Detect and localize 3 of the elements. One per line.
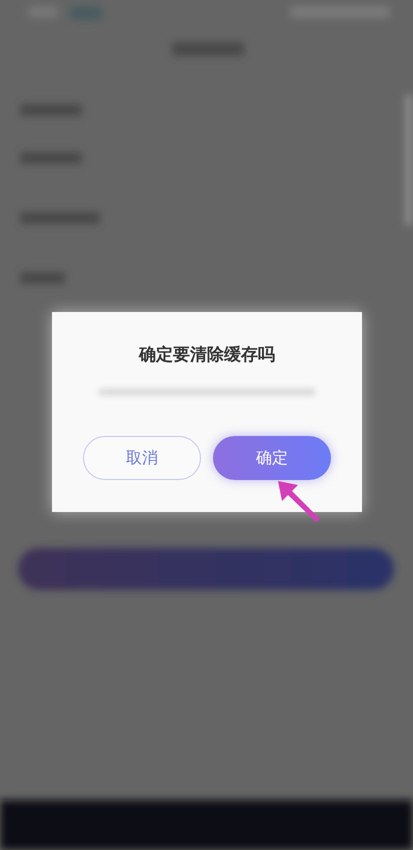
cancel-button[interactable]: 取消 (83, 436, 201, 480)
dialog-title: 确定要清除缓存吗 (139, 344, 275, 366)
confirm-button[interactable]: 确定 (213, 436, 331, 480)
